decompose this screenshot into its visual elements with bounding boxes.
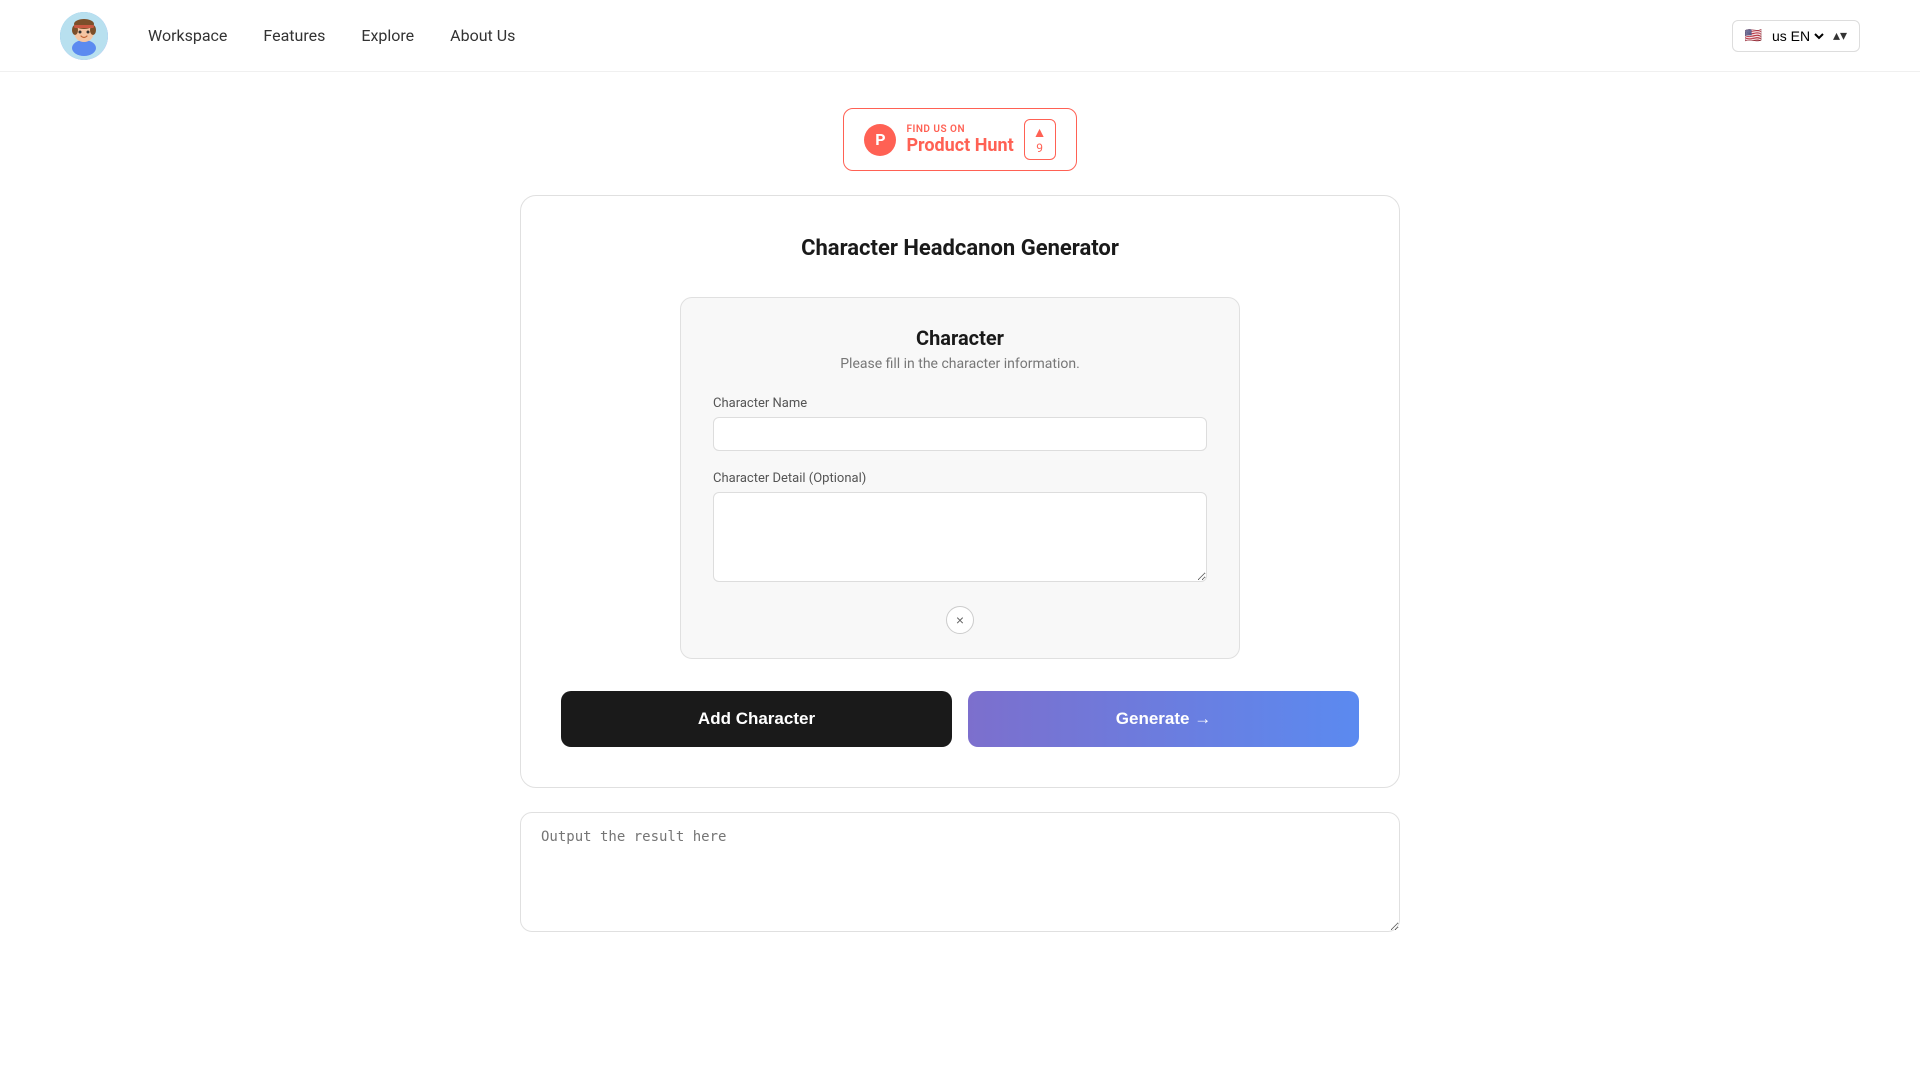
character-name-input[interactable]: [713, 417, 1207, 451]
generate-button[interactable]: Generate →: [968, 691, 1359, 747]
ph-name: Product Hunt: [906, 135, 1013, 156]
character-card-title: Character: [713, 326, 1207, 350]
main-content: Character Headcanon Generator Character …: [480, 195, 1440, 936]
ph-text: FIND US ON Product Hunt: [906, 124, 1013, 156]
remove-character-area: ×: [713, 606, 1207, 634]
nav-workspace[interactable]: Workspace: [148, 26, 227, 45]
action-buttons: Add Character Generate →: [561, 691, 1359, 747]
add-character-button[interactable]: Add Character: [561, 691, 952, 747]
product-hunt-badge[interactable]: P FIND US ON Product Hunt ▲ 9: [843, 108, 1076, 171]
character-name-label: Character Name: [713, 396, 1207, 411]
chevron-down-icon: ▴▾: [1833, 28, 1847, 44]
remove-character-button[interactable]: ×: [946, 606, 974, 634]
character-card-subtitle: Please fill in the character information…: [713, 356, 1207, 372]
character-detail-textarea[interactable]: [713, 492, 1207, 582]
nav-about[interactable]: About Us: [450, 26, 515, 45]
navbar: Workspace Features Explore About Us 🇺🇸 u…: [0, 0, 1920, 72]
character-card: Character Please fill in the character i…: [680, 297, 1240, 659]
character-detail-field: Character Detail (Optional): [713, 471, 1207, 586]
output-section: [520, 812, 1400, 936]
flag-icon: 🇺🇸: [1745, 28, 1762, 44]
ph-letter: P: [875, 130, 885, 149]
logo-area: [60, 12, 108, 60]
ph-upvote-count: 9: [1036, 141, 1043, 155]
ph-upvote-arrow-icon: ▲: [1033, 124, 1047, 141]
character-detail-label: Character Detail (Optional): [713, 471, 1207, 486]
ph-find-us-label: FIND US ON: [906, 124, 1013, 135]
nav-links: Workspace Features Explore About Us: [148, 26, 1732, 45]
nav-explore[interactable]: Explore: [361, 26, 414, 45]
logo-icon: [60, 12, 108, 60]
language-dropdown[interactable]: us EN ko KR ja JP: [1768, 27, 1827, 45]
generator-title: Character Headcanon Generator: [561, 236, 1359, 261]
ph-upvote-badge[interactable]: ▲ 9: [1024, 119, 1056, 160]
product-hunt-banner: P FIND US ON Product Hunt ▲ 9: [0, 108, 1920, 171]
nav-features[interactable]: Features: [263, 26, 325, 45]
language-selector[interactable]: 🇺🇸 us EN ko KR ja JP ▴▾: [1732, 20, 1861, 52]
output-textarea[interactable]: [520, 812, 1400, 932]
character-name-field: Character Name: [713, 396, 1207, 451]
generator-card: Character Headcanon Generator Character …: [520, 195, 1400, 788]
ph-icon: P: [864, 124, 896, 156]
